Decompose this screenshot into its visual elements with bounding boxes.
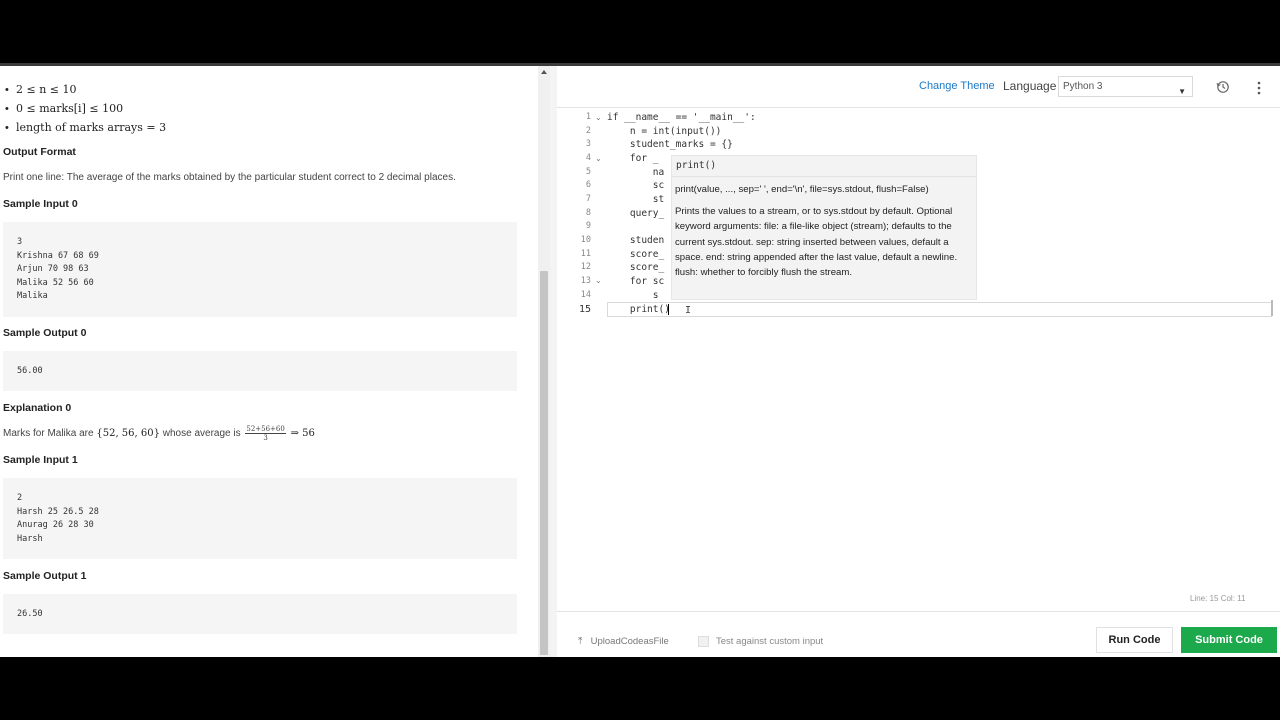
- code-line: Malika 52 56 60: [17, 278, 94, 288]
- line-number: 9: [585, 221, 591, 231]
- top-black-bar: [0, 0, 1280, 64]
- code-line: s: [607, 290, 659, 301]
- sample-input-1-box: 2 Harsh 25 26.5 28 Anurag 26 28 30 Harsh: [3, 478, 517, 559]
- upload-code-as-file-link[interactable]: ⤒ UploadCodeasFile: [578, 636, 669, 647]
- code-content[interactable]: if __name__ == '__main__': n = int(input…: [607, 111, 756, 315]
- sample-input-1-title: Sample Input 1: [3, 454, 78, 466]
- code-line: Anurag 26 28 30: [17, 520, 94, 530]
- code-line: 26.50: [17, 609, 43, 619]
- upload-arrow-icon: ⤒: [578, 636, 583, 647]
- constraints-list: • 2 ≤ n ≤ 10 • 0 ≤ marks[i] ≤ 100 • length …: [5, 80, 166, 137]
- language-label: Language: [1003, 79, 1057, 93]
- problem-scrollbar[interactable]: [538, 66, 550, 657]
- code-line: 56.00: [17, 366, 43, 376]
- line-number: 15: [578, 304, 591, 315]
- code-line: studen: [607, 235, 665, 246]
- line-number: 5: [585, 167, 591, 177]
- line-number: 7: [585, 194, 591, 204]
- custom-input-checkbox[interactable]: [698, 636, 709, 647]
- constraint-item: • 2 ≤ n ≤ 10: [5, 83, 77, 96]
- sample-output-0-box: 56.00: [3, 351, 517, 391]
- history-icon[interactable]: [1216, 80, 1230, 94]
- sample-output-0-title: Sample Output 0: [3, 327, 87, 339]
- code-line: sc: [607, 180, 665, 191]
- tooltip-signature: print(): [676, 160, 717, 171]
- code-line: Krishna 67 68 69: [17, 251, 99, 261]
- average-fraction: 52+56+60 3: [245, 425, 286, 442]
- submit-code-button[interactable]: Submit Code: [1181, 627, 1277, 653]
- fold-chevron-icon[interactable]: ⌄: [595, 276, 602, 285]
- explanation-0-title: Explanation 0: [3, 402, 72, 414]
- panel-resize-handle[interactable]: [550, 66, 557, 657]
- scroll-up-arrow-icon[interactable]: [541, 70, 547, 74]
- fraction-denominator: 3: [263, 434, 268, 442]
- line-number: 14: [580, 290, 591, 300]
- cursor-position-status: Line: 15 Col: 11: [1190, 594, 1246, 603]
- code-line: st: [607, 194, 665, 205]
- signature-help-tooltip: print() print(value, ..., sep=' ', end='…: [671, 155, 977, 300]
- sample-output-1-box: 26.50: [3, 594, 517, 634]
- run-code-button[interactable]: Run Code: [1096, 627, 1173, 653]
- code-line: student_marks = {}: [607, 139, 733, 150]
- code-line: if __name__ == '__main__':: [607, 112, 756, 123]
- code-line: for _: [607, 153, 659, 164]
- fold-chevron-icon[interactable]: ⌄: [595, 154, 602, 163]
- active-line-highlight: [607, 302, 1272, 317]
- code-line: for sc: [607, 276, 665, 287]
- constraint-item: • length of marks arrays = 3: [5, 121, 167, 134]
- code-line: score_: [607, 262, 665, 273]
- fold-chevron-icon[interactable]: ⌄: [595, 113, 602, 122]
- chevron-down-icon: ▼: [1178, 87, 1186, 96]
- line-number: 8: [585, 208, 591, 218]
- explanation-text: whose average is: [162, 428, 241, 440]
- line-number: 4: [585, 153, 591, 163]
- line-number: 13: [580, 276, 591, 286]
- change-theme-link[interactable]: Change Theme: [919, 80, 995, 92]
- code-line: score_: [607, 249, 665, 260]
- line-number: 10: [580, 235, 591, 245]
- code-line: 3: [17, 237, 23, 247]
- tooltip-full-signature: print(value, ..., sep=' ', end='\n', fil…: [675, 184, 929, 195]
- text-cursor: [668, 304, 669, 315]
- code-line: Harsh 25 26.5 28: [17, 507, 99, 517]
- language-select[interactable]: Python 3 ▼: [1058, 76, 1193, 97]
- sample-input-0-box: 3 Krishna 67 68 69 Arjun 70 98 63 Malika…: [3, 222, 517, 317]
- line-number: 2: [585, 126, 591, 136]
- code-line: Arjun 70 98 63: [17, 264, 89, 274]
- sample-input-0-title: Sample Input 0: [3, 198, 78, 210]
- scrollbar-thumb[interactable]: [540, 271, 548, 655]
- line-number: 6: [585, 180, 591, 190]
- explanation-0-text: Marks for Malika are {52, 56, 60} whose …: [3, 425, 315, 442]
- code-line: print(): [607, 304, 670, 315]
- ibeam-cursor-icon: I: [685, 305, 692, 316]
- sample-output-1-title: Sample Output 1: [3, 570, 87, 582]
- explanation-result: ⇒ 56: [290, 428, 315, 440]
- editor-scroll-marker: [1271, 300, 1280, 316]
- bottom-black-bar: [0, 657, 1280, 720]
- code-line: 2: [17, 493, 23, 503]
- output-format-title: Output Format: [3, 146, 76, 158]
- code-line: n = int(input()): [607, 126, 722, 137]
- language-select-value: Python 3: [1063, 81, 1103, 92]
- line-number: 11: [580, 249, 591, 259]
- code-line: query_: [607, 208, 665, 219]
- constraint-item: • 0 ≤ marks[i] ≤ 100: [5, 102, 124, 115]
- line-number: 1: [585, 112, 591, 122]
- code-line: Malika: [17, 291, 48, 301]
- tooltip-documentation: Prints the values to a stream, or to sys…: [675, 206, 958, 279]
- kebab-menu-icon[interactable]: [1254, 79, 1264, 97]
- fraction-numerator: 52+56+60: [245, 425, 286, 434]
- code-line: Harsh: [17, 534, 43, 544]
- line-number: 3: [585, 139, 591, 149]
- line-number: 12: [580, 262, 591, 272]
- upload-label: UploadCodeasFile: [590, 636, 669, 647]
- output-format-text: Print one line: The average of the marks…: [3, 172, 456, 183]
- explanation-set: {52, 56, 60}: [96, 428, 160, 440]
- custom-input-label[interactable]: Test against custom input: [716, 636, 823, 647]
- code-line: na: [607, 167, 665, 178]
- tooltip-divider: [672, 176, 976, 177]
- explanation-text: Marks for Malika are: [3, 428, 94, 440]
